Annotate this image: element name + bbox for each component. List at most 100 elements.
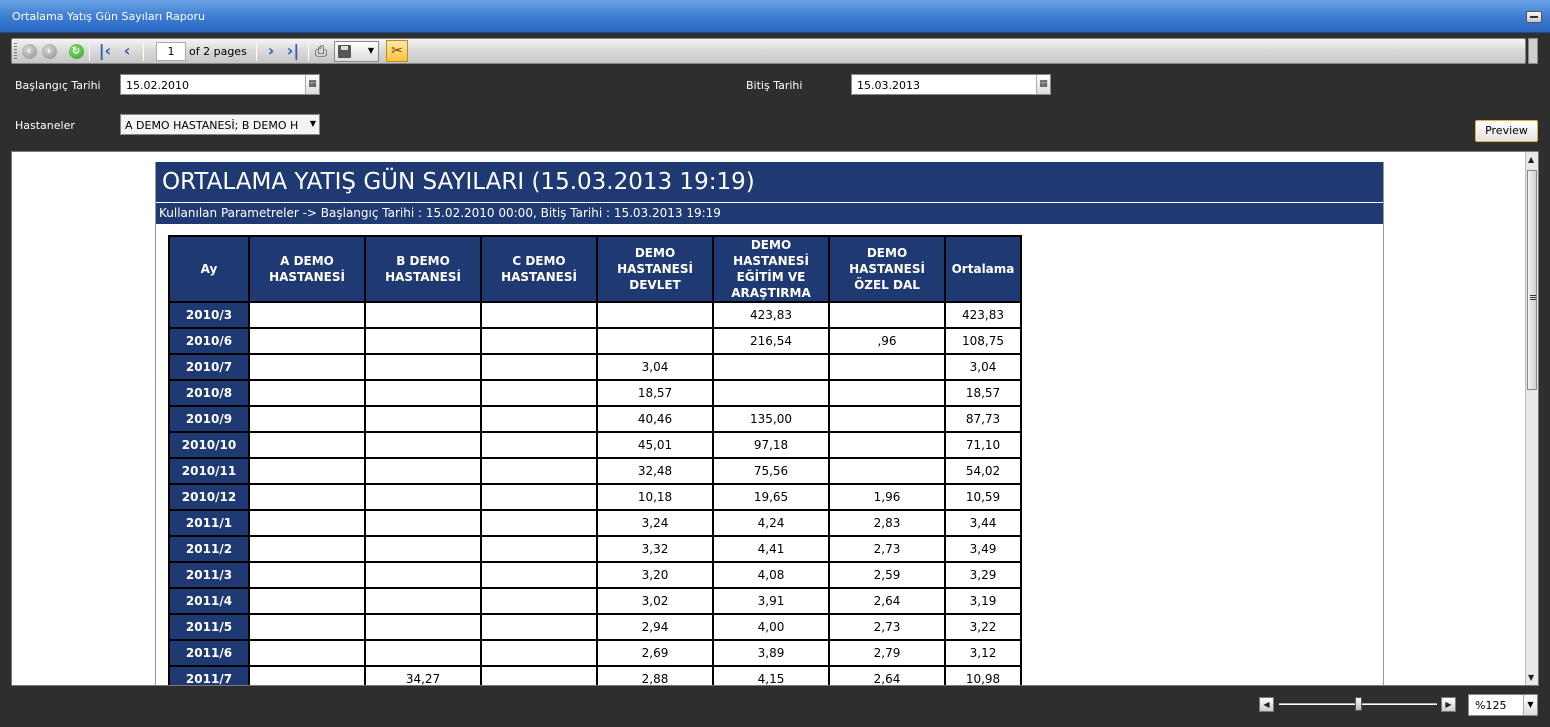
calendar-icon[interactable]: ▦ xyxy=(305,75,319,94)
table-body: 2010/3 423,83 423,83 2010/6 216,54,96 108,75 2… xyxy=(168,301,1022,685)
zoom-slider-thumb[interactable] xyxy=(1355,697,1362,711)
save-disk-icon xyxy=(338,45,351,58)
end-date-label: Bitiş Tarihi xyxy=(746,79,803,92)
cell-a-demo xyxy=(248,613,366,641)
cell-a-demo xyxy=(248,639,366,667)
cell-b-demo xyxy=(364,535,482,563)
cell-c-demo xyxy=(480,405,598,433)
previous-page-button[interactable]: ‹ xyxy=(117,41,137,61)
table-header-row: Ay A DEMO HASTANESİ B DEMO HASTANESİ C DEMO… xyxy=(168,235,1022,303)
cell-demo-egitim: 4,00 xyxy=(712,613,830,641)
preview-button[interactable]: Preview xyxy=(1475,120,1538,142)
cell-demo-ozel-dal xyxy=(828,405,946,433)
column-header-c-demo: C DEMO HASTANESİ xyxy=(480,235,598,303)
vertical-scrollbar[interactable]: ▲ ▼ xyxy=(1525,152,1538,685)
start-date-value: 15.02.2010 xyxy=(126,79,189,92)
cell-month: 2011/3 xyxy=(168,561,250,589)
cell-demo-devlet: 3,02 xyxy=(596,587,714,615)
column-header-month: Ay xyxy=(168,235,250,303)
last-page-button[interactable]: ›| xyxy=(283,41,303,61)
cell-average: 3,29 xyxy=(944,561,1022,589)
cell-b-demo xyxy=(364,483,482,511)
table-row: 2011/6 2,69 3,89 2,79 3,12 xyxy=(168,639,1022,667)
cell-c-demo xyxy=(480,535,598,563)
cell-demo-ozel-dal: 2,73 xyxy=(828,535,946,563)
page-number-input[interactable]: 1 xyxy=(156,42,186,61)
cell-month: 2011/6 xyxy=(168,639,250,667)
cell-demo-ozel-dal xyxy=(828,431,946,459)
cell-demo-devlet xyxy=(596,301,714,329)
cell-demo-devlet: 3,24 xyxy=(596,509,714,537)
back-button[interactable]: ‹ xyxy=(19,41,39,61)
tools-button[interactable]: ✂ xyxy=(386,40,408,62)
table-row: 2010/3 423,83 423,83 xyxy=(168,301,1022,329)
cell-b-demo xyxy=(364,587,482,615)
export-dropdown[interactable]: ▼ xyxy=(334,41,379,62)
cell-c-demo xyxy=(480,327,598,355)
next-page-button[interactable]: › xyxy=(261,41,281,61)
cell-demo-ozel-dal: 2,64 xyxy=(828,665,946,685)
cell-c-demo xyxy=(480,457,598,485)
cell-average: 108,75 xyxy=(944,327,1022,355)
start-date-field[interactable]: 15.02.2010 ▦ xyxy=(120,74,320,95)
cell-average: 3,19 xyxy=(944,587,1022,615)
cell-month: 2010/12 xyxy=(168,483,250,511)
cell-demo-ozel-dal: 1,96 xyxy=(828,483,946,511)
cell-demo-devlet: 3,32 xyxy=(596,535,714,563)
table-row: 2011/4 3,02 3,91 2,64 3,19 xyxy=(168,587,1022,615)
cell-c-demo xyxy=(480,483,598,511)
cell-average: 54,02 xyxy=(944,457,1022,485)
zoom-select[interactable]: %125 ▼ xyxy=(1468,694,1538,716)
cell-average: 10,59 xyxy=(944,483,1022,511)
cell-month: 2011/7 xyxy=(168,665,250,685)
cell-month: 2010/11 xyxy=(168,457,250,485)
minimize-button[interactable] xyxy=(1526,11,1542,23)
chevron-down-icon: ▼ xyxy=(309,119,316,128)
zoom-in-button[interactable]: ▶ xyxy=(1441,697,1456,712)
toolbar-separator xyxy=(308,43,309,61)
toolbar-grip[interactable] xyxy=(14,43,17,59)
scroll-down-icon[interactable]: ▼ xyxy=(1528,673,1534,682)
cell-b-demo xyxy=(364,561,482,589)
toolbar-overflow-scroll[interactable] xyxy=(1528,38,1538,64)
forward-button[interactable]: › xyxy=(39,41,59,61)
cell-demo-egitim xyxy=(712,379,830,407)
table-row: 2011/5 2,94 4,00 2,73 3,22 xyxy=(168,613,1022,641)
calendar-icon[interactable]: ▦ xyxy=(1036,75,1050,94)
cell-average: 423,83 xyxy=(944,301,1022,329)
cell-demo-ozel-dal xyxy=(828,457,946,485)
cell-demo-egitim: 75,56 xyxy=(712,457,830,485)
cell-a-demo xyxy=(248,301,366,329)
cell-month: 2011/4 xyxy=(168,587,250,615)
cell-demo-ozel-dal xyxy=(828,353,946,381)
cell-month: 2011/5 xyxy=(168,613,250,641)
cell-demo-ozel-dal: 2,73 xyxy=(828,613,946,641)
hospitals-label: Hastaneler xyxy=(15,119,75,132)
cell-demo-devlet: 18,57 xyxy=(596,379,714,407)
table-row: 2010/6 216,54,96 108,75 xyxy=(168,327,1022,355)
chevron-down-icon: ▼ xyxy=(367,46,374,55)
table-row: 2010/9 40,46 135,00 87,73 xyxy=(168,405,1022,433)
chevron-down-icon: ▼ xyxy=(1523,695,1537,715)
print-button[interactable]: ⎙ xyxy=(311,41,331,61)
first-page-icon: |‹ xyxy=(98,41,112,60)
report-page: ORTALAMA YATIŞ GÜN SAYILARI (15.03.2013 … xyxy=(155,162,1384,685)
chevron-right-icon: ▶ xyxy=(1445,700,1452,709)
cell-demo-devlet: 2,69 xyxy=(596,639,714,667)
cell-demo-ozel-dal: 2,64 xyxy=(828,587,946,615)
report-parameters: Kullanılan Parametreler -> Başlangıç Tar… xyxy=(156,202,1383,224)
scroll-up-icon[interactable]: ▲ xyxy=(1528,155,1534,164)
cell-b-demo xyxy=(364,379,482,407)
first-page-button[interactable]: |‹ xyxy=(95,41,115,61)
refresh-button[interactable]: ↻ xyxy=(66,41,86,61)
cell-c-demo xyxy=(480,353,598,381)
table-row: 2010/8 18,57 18,57 xyxy=(168,379,1022,407)
cell-demo-egitim: 4,08 xyxy=(712,561,830,589)
hospitals-select[interactable]: A DEMO HASTANESİ; B DEMO H ▼ xyxy=(120,114,320,135)
zoom-out-button[interactable]: ◀ xyxy=(1259,697,1274,712)
cell-average: 18,57 xyxy=(944,379,1022,407)
cell-b-demo xyxy=(364,405,482,433)
scroll-thumb[interactable] xyxy=(1527,170,1537,390)
end-date-field[interactable]: 15.03.2013 ▦ xyxy=(851,74,1051,95)
cell-b-demo: 34,27 xyxy=(364,665,482,685)
